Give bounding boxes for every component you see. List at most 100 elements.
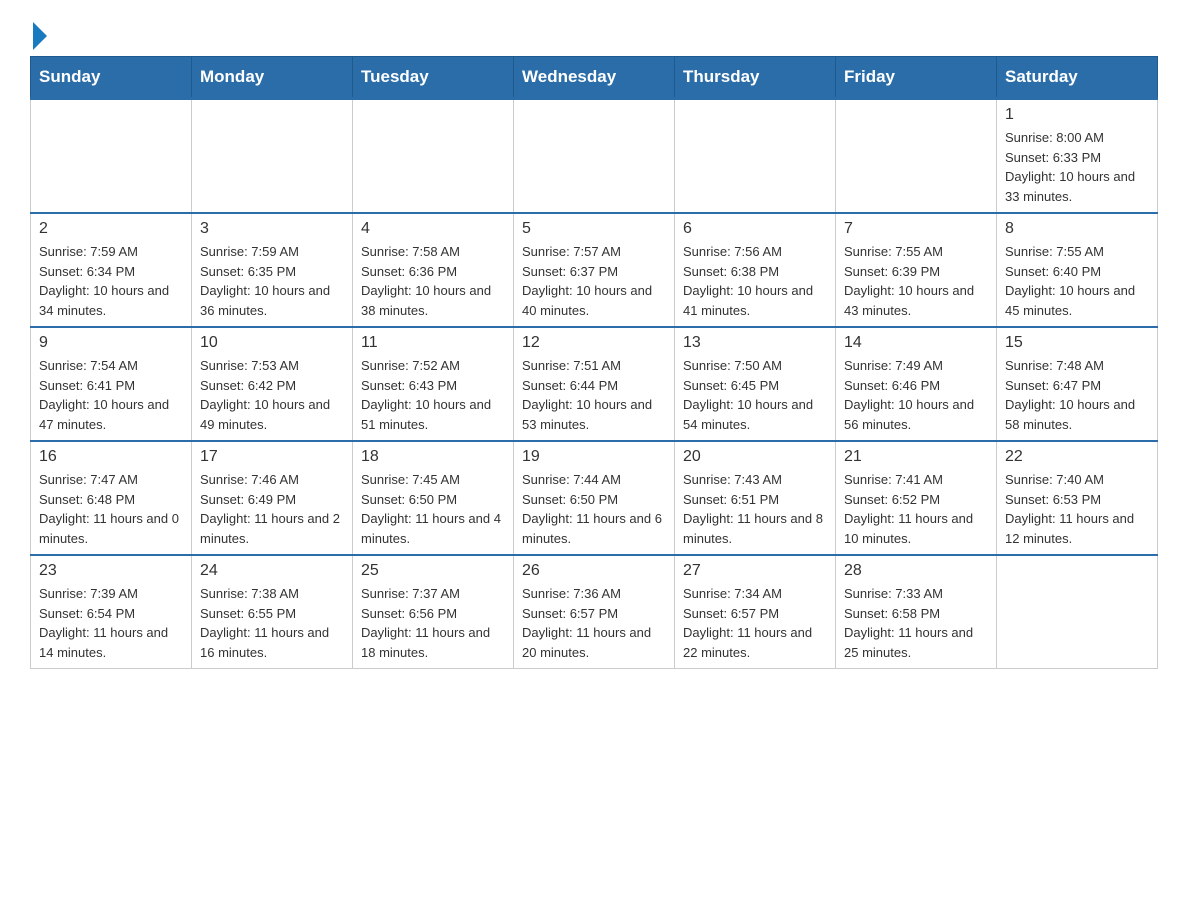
calendar-cell: 13Sunrise: 7:50 AM Sunset: 6:45 PM Dayli… (675, 327, 836, 441)
day-number: 16 (39, 448, 183, 466)
day-number: 19 (522, 448, 666, 466)
day-info: Sunrise: 7:33 AM Sunset: 6:58 PM Dayligh… (844, 584, 988, 662)
day-number: 20 (683, 448, 827, 466)
day-info: Sunrise: 7:40 AM Sunset: 6:53 PM Dayligh… (1005, 470, 1149, 548)
day-info: Sunrise: 7:58 AM Sunset: 6:36 PM Dayligh… (361, 242, 505, 320)
calendar-cell: 2 Sunrise: 7:59 AM Sunset: 6:34 PM Daylig… (31, 213, 192, 327)
day-number: 8 (1005, 220, 1149, 238)
day-number: 12 (522, 334, 666, 352)
day-info: Sunrise: 7:37 AM Sunset: 6:56 PM Dayligh… (361, 584, 505, 662)
calendar-week-3: 9 Sunrise: 7:54 AM Sunset: 6:41 PM Daylig… (31, 327, 1158, 441)
calendar-cell: 19 Sunrise: 7:44 AM Sunset: 6:50 PM Dayli… (514, 441, 675, 555)
day-number: 26 (522, 562, 666, 580)
calendar-cell: 7 Sunrise: 7:55 AM Sunset: 6:39 PM Daylig… (836, 213, 997, 327)
day-number: 17 (200, 448, 344, 466)
day-number: 23 (39, 562, 183, 580)
calendar-cell (997, 555, 1158, 669)
calendar-week-4: 16 Sunrise: 7:47 AM Sunset: 6:48 PM Dayli… (31, 441, 1158, 555)
calendar-cell (836, 99, 997, 214)
day-header-thursday: Thursday (675, 57, 836, 99)
day-number: 15 (1005, 334, 1149, 352)
day-info: Sunrise: 7:34 AM Sunset: 6:57 PM Dayligh… (683, 584, 827, 662)
calendar-week-2: 2 Sunrise: 7:59 AM Sunset: 6:34 PM Daylig… (31, 213, 1158, 327)
day-number: 11 (361, 334, 505, 352)
day-number: 28 (844, 562, 988, 580)
day-info: Sunrise: 7:54 AM Sunset: 6:41 PM Dayligh… (39, 356, 183, 434)
calendar-week-5: 23 Sunrise: 7:39 AM Sunset: 6:54 PM Dayli… (31, 555, 1158, 669)
calendar-cell: 5 Sunrise: 7:57 AM Sunset: 6:37 PM Daylig… (514, 213, 675, 327)
calendar-cell: 9 Sunrise: 7:54 AM Sunset: 6:41 PM Daylig… (31, 327, 192, 441)
calendar-cell (675, 99, 836, 214)
day-info: Sunrise: 7:59 AM Sunset: 6:35 PM Dayligh… (200, 242, 344, 320)
calendar-cell (192, 99, 353, 214)
day-info: Sunrise: 7:47 AM Sunset: 6:48 PM Dayligh… (39, 470, 183, 548)
day-info: Sunrise: 8:00 AM Sunset: 6:33 PM Dayligh… (1005, 128, 1149, 206)
day-info: Sunrise: 7:53 AM Sunset: 6:42 PM Dayligh… (200, 356, 344, 434)
calendar-cell: 11 Sunrise: 7:52 AM Sunset: 6:43 PM Dayli… (353, 327, 514, 441)
day-number: 14 (844, 334, 988, 352)
calendar-cell: 3 Sunrise: 7:59 AM Sunset: 6:35 PM Daylig… (192, 213, 353, 327)
day-info: Sunrise: 7:43 AM Sunset: 6:51 PM Dayligh… (683, 470, 827, 548)
logo-arrow-icon (33, 22, 47, 50)
calendar-header-row: SundayMondayTuesdayWednesdayThursdayFrid… (31, 57, 1158, 99)
day-info: Sunrise: 7:57 AM Sunset: 6:37 PM Dayligh… (522, 242, 666, 320)
calendar-cell: 27Sunrise: 7:34 AM Sunset: 6:57 PM Dayli… (675, 555, 836, 669)
day-number: 2 (39, 220, 183, 238)
day-number: 24 (200, 562, 344, 580)
calendar-cell (514, 99, 675, 214)
day-info: Sunrise: 7:55 AM Sunset: 6:39 PM Dayligh… (844, 242, 988, 320)
day-info: Sunrise: 7:59 AM Sunset: 6:34 PM Dayligh… (39, 242, 183, 320)
calendar-cell: 25Sunrise: 7:37 AM Sunset: 6:56 PM Dayli… (353, 555, 514, 669)
calendar-cell: 22 Sunrise: 7:40 AM Sunset: 6:53 PM Dayli… (997, 441, 1158, 555)
day-number: 13 (683, 334, 827, 352)
day-header-tuesday: Tuesday (353, 57, 514, 99)
day-info: Sunrise: 7:38 AM Sunset: 6:55 PM Dayligh… (200, 584, 344, 662)
day-number: 1 (1005, 106, 1149, 124)
calendar-cell (31, 99, 192, 214)
day-info: Sunrise: 7:44 AM Sunset: 6:50 PM Dayligh… (522, 470, 666, 548)
calendar-cell: 10 Sunrise: 7:53 AM Sunset: 6:42 PM Dayli… (192, 327, 353, 441)
day-header-friday: Friday (836, 57, 997, 99)
calendar-cell: 24 Sunrise: 7:38 AM Sunset: 6:55 PM Dayli… (192, 555, 353, 669)
day-info: Sunrise: 7:56 AM Sunset: 6:38 PM Dayligh… (683, 242, 827, 320)
calendar-cell: 6 Sunrise: 7:56 AM Sunset: 6:38 PM Daylig… (675, 213, 836, 327)
calendar-table: SundayMondayTuesdayWednesdayThursdayFrid… (30, 56, 1158, 669)
day-header-sunday: Sunday (31, 57, 192, 99)
day-number: 22 (1005, 448, 1149, 466)
calendar-cell: 17Sunrise: 7:46 AM Sunset: 6:49 PM Dayli… (192, 441, 353, 555)
calendar-cell: 18 Sunrise: 7:45 AM Sunset: 6:50 PM Dayli… (353, 441, 514, 555)
calendar-cell (353, 99, 514, 214)
calendar-cell: 12 Sunrise: 7:51 AM Sunset: 6:44 PM Dayli… (514, 327, 675, 441)
day-number: 9 (39, 334, 183, 352)
day-number: 4 (361, 220, 505, 238)
day-info: Sunrise: 7:52 AM Sunset: 6:43 PM Dayligh… (361, 356, 505, 434)
calendar-cell: 20 Sunrise: 7:43 AM Sunset: 6:51 PM Dayli… (675, 441, 836, 555)
day-number: 6 (683, 220, 827, 238)
calendar-cell: 1 Sunrise: 8:00 AM Sunset: 6:33 PM Daylig… (997, 99, 1158, 214)
day-info: Sunrise: 7:51 AM Sunset: 6:44 PM Dayligh… (522, 356, 666, 434)
day-info: Sunrise: 7:49 AM Sunset: 6:46 PM Dayligh… (844, 356, 988, 434)
calendar-cell: 15 Sunrise: 7:48 AM Sunset: 6:47 PM Dayli… (997, 327, 1158, 441)
day-header-wednesday: Wednesday (514, 57, 675, 99)
day-info: Sunrise: 7:41 AM Sunset: 6:52 PM Dayligh… (844, 470, 988, 548)
calendar-cell: 4 Sunrise: 7:58 AM Sunset: 6:36 PM Daylig… (353, 213, 514, 327)
day-number: 5 (522, 220, 666, 238)
day-info: Sunrise: 7:36 AM Sunset: 6:57 PM Dayligh… (522, 584, 666, 662)
day-number: 21 (844, 448, 988, 466)
day-number: 18 (361, 448, 505, 466)
day-info: Sunrise: 7:55 AM Sunset: 6:40 PM Dayligh… (1005, 242, 1149, 320)
day-number: 10 (200, 334, 344, 352)
calendar-cell: 23 Sunrise: 7:39 AM Sunset: 6:54 PM Dayli… (31, 555, 192, 669)
logo (30, 20, 47, 46)
calendar-cell: 21 Sunrise: 7:41 AM Sunset: 6:52 PM Dayli… (836, 441, 997, 555)
page-header (30, 20, 1158, 46)
calendar-week-1: 1 Sunrise: 8:00 AM Sunset: 6:33 PM Daylig… (31, 99, 1158, 214)
day-info: Sunrise: 7:48 AM Sunset: 6:47 PM Dayligh… (1005, 356, 1149, 434)
day-info: Sunrise: 7:39 AM Sunset: 6:54 PM Dayligh… (39, 584, 183, 662)
day-number: 3 (200, 220, 344, 238)
calendar-cell: 14 Sunrise: 7:49 AM Sunset: 6:46 PM Dayli… (836, 327, 997, 441)
day-number: 7 (844, 220, 988, 238)
calendar-cell: 16 Sunrise: 7:47 AM Sunset: 6:48 PM Dayli… (31, 441, 192, 555)
calendar-cell: 28 Sunrise: 7:33 AM Sunset: 6:58 PM Dayli… (836, 555, 997, 669)
day-info: Sunrise: 7:45 AM Sunset: 6:50 PM Dayligh… (361, 470, 505, 548)
